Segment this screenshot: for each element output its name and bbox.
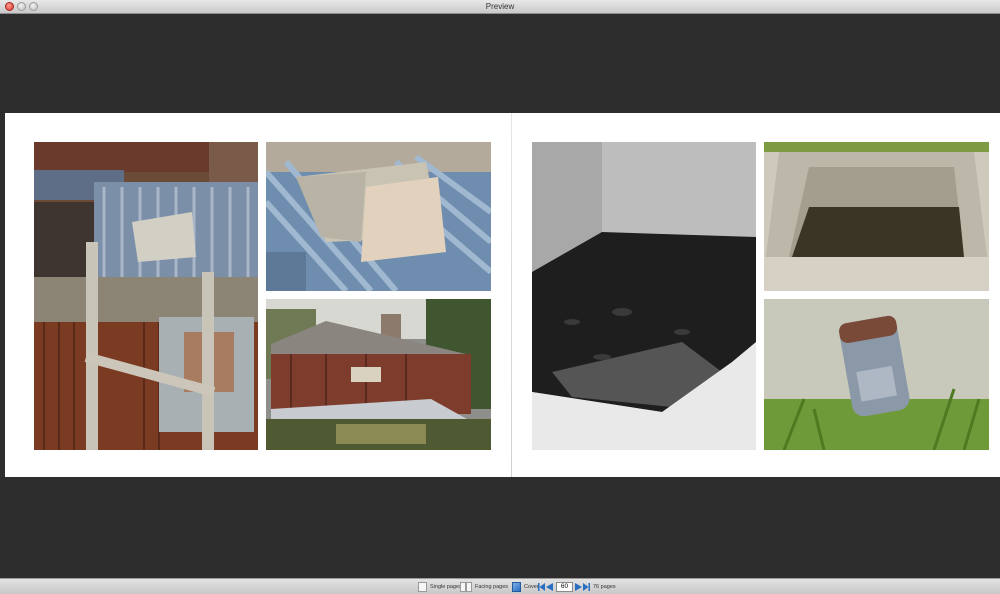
single-page-icon [418, 581, 427, 592]
facing-pages-icon [460, 581, 472, 592]
facing-pages-label: Facing pages [475, 583, 509, 590]
photo-rusty-pipe[interactable] [764, 299, 989, 450]
previous-page-icon[interactable] [546, 582, 553, 591]
page-number-input[interactable] [556, 581, 573, 592]
photo-concrete-trough-bw[interactable] [532, 142, 756, 450]
bottom-toolbar: Single pages Facing pages Cover 76 pages [0, 578, 1000, 594]
single-pages-option[interactable]: Single pages [418, 581, 462, 592]
photo-stone-on-roof[interactable] [266, 142, 491, 291]
title-bar: Preview [0, 0, 1000, 14]
cover-icon [512, 581, 521, 592]
total-pages-label: 76 pages [593, 583, 616, 590]
last-page-icon[interactable] [583, 582, 590, 591]
book-spread [5, 113, 1000, 477]
facing-pages-option[interactable]: Facing pages [460, 581, 508, 592]
photo-ruined-hut[interactable] [266, 299, 491, 450]
cover-option[interactable]: Cover [512, 581, 539, 592]
cover-label: Cover [524, 583, 539, 590]
single-pages-label: Single pages [430, 583, 462, 590]
photo-concrete-trough-green[interactable] [764, 142, 989, 291]
first-page-icon[interactable] [538, 582, 545, 591]
photo-rusted-shed-ladder[interactable] [34, 142, 258, 450]
page-gutter [511, 113, 512, 477]
window-title: Preview [485, 2, 515, 11]
next-page-icon[interactable] [575, 582, 582, 591]
page-navigation: 76 pages [538, 581, 616, 592]
